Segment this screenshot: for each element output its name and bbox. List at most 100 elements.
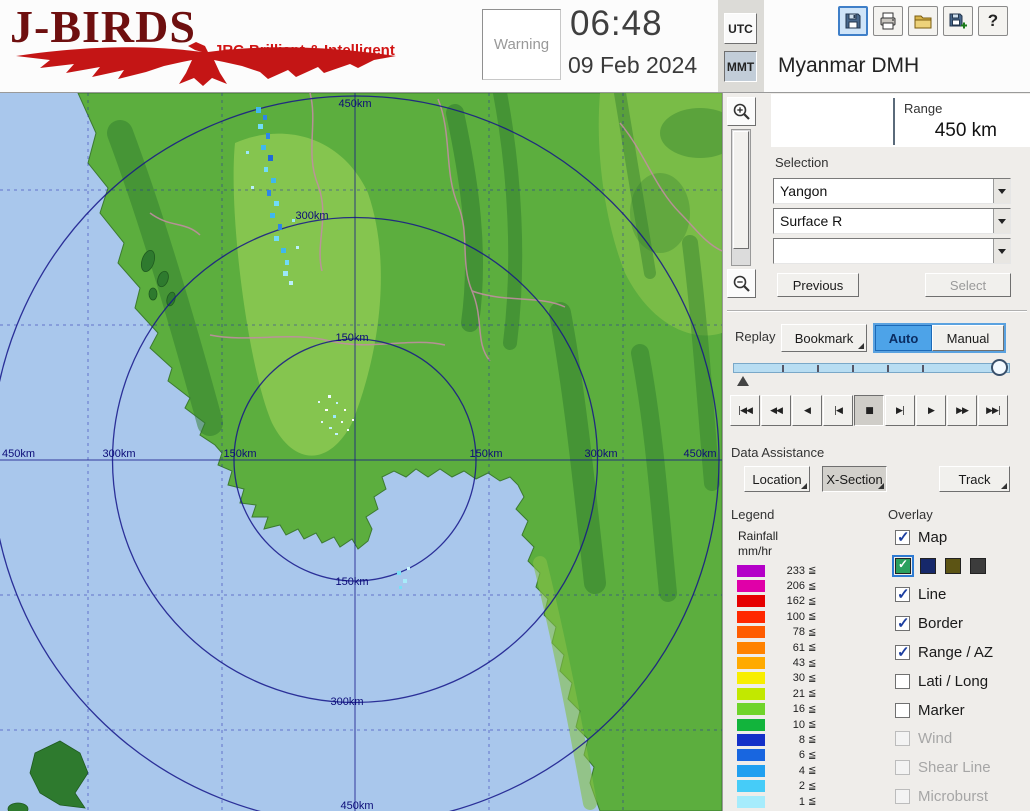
legend-swatch: [737, 580, 765, 592]
svg-text:150km: 150km: [335, 576, 368, 588]
location-button[interactable]: Location: [744, 466, 810, 492]
legend-swatch: [737, 565, 765, 577]
timeline-tick: [782, 365, 784, 372]
svg-text:300km: 300km: [295, 210, 328, 222]
radar-map-canvas[interactable]: 450km 300km 150km 450km 300km 150km 150k…: [0, 93, 722, 811]
timezone-strip: UTC MMT: [718, 0, 764, 92]
legend-row: 233≦: [737, 563, 816, 578]
timeline-track[interactable]: [733, 363, 1010, 373]
site-dropdown-value: Yangon: [774, 179, 993, 203]
product-dropdown-arrow[interactable]: [993, 209, 1010, 233]
overlay-row-map[interactable]: Map: [895, 523, 1029, 552]
map-style-navy[interactable]: [920, 558, 936, 574]
line-checkbox[interactable]: [895, 587, 910, 602]
floppy-icon: [843, 11, 863, 31]
warning-indicator[interactable]: Warning: [482, 9, 561, 80]
overlay-row-border[interactable]: Border: [895, 609, 1029, 638]
clock-date: 09 Feb 2024: [568, 52, 697, 79]
open-file-button[interactable]: [908, 6, 938, 36]
svg-text:450km: 450km: [683, 448, 716, 460]
toolbar: ?: [838, 6, 1008, 36]
map-style-gray[interactable]: [970, 558, 986, 574]
legend-swatch: [737, 642, 765, 654]
site-dropdown[interactable]: Yangon: [773, 178, 1011, 204]
timeline-thumb[interactable]: [991, 359, 1008, 376]
skip-to-start-button[interactable]: |◀◀: [730, 395, 760, 426]
legend-row: 10≦: [737, 717, 816, 732]
zoom-scrollbar[interactable]: [731, 129, 751, 266]
zoom-in-button[interactable]: [727, 97, 756, 126]
replay-timeline-slider[interactable]: [733, 357, 1010, 387]
svg-text:150km: 150km: [469, 448, 502, 460]
export-button[interactable]: [943, 6, 973, 36]
x-section-button[interactable]: X-Section: [822, 466, 887, 492]
svg-text:150km: 150km: [223, 448, 256, 460]
play-reverse-button[interactable]: ◀: [792, 395, 822, 426]
map-style-green[interactable]: [895, 558, 911, 574]
site-dropdown-arrow[interactable]: [993, 179, 1010, 203]
step-back-button[interactable]: |◀: [823, 395, 853, 426]
print-button[interactable]: [873, 6, 903, 36]
option-dropdown-value: [774, 239, 993, 263]
utc-button[interactable]: UTC: [724, 13, 757, 44]
overlay-row-range-az[interactable]: Range / AZ: [895, 638, 1029, 667]
legend-heading: Legend: [731, 507, 774, 522]
legend-swatch: [737, 672, 765, 684]
option-dropdown[interactable]: [773, 238, 1011, 264]
legend-row: 43≦: [737, 655, 816, 670]
legend-swatch: [737, 749, 765, 761]
range-readout: Range 450 km: [771, 94, 1030, 147]
svg-text:300km: 300km: [102, 448, 135, 460]
skip-to-end-button[interactable]: ▶▶|: [978, 395, 1008, 426]
border-checkbox[interactable]: [895, 616, 910, 631]
fast-rewind-button[interactable]: ◀◀: [761, 395, 791, 426]
warning-label: Warning: [494, 36, 549, 53]
chevron-down-icon: [998, 219, 1006, 224]
overlay-row-marker[interactable]: Marker: [895, 696, 1029, 725]
legend-swatch: [737, 719, 765, 731]
legend-row: 162≦: [737, 594, 816, 609]
chevron-down-icon: [998, 189, 1006, 194]
help-button[interactable]: ?: [978, 6, 1008, 36]
timeline-tick: [852, 365, 854, 372]
overlay-row-line[interactable]: Line: [895, 581, 1029, 610]
track-button[interactable]: Track: [939, 466, 1010, 492]
legend-swatch: [737, 611, 765, 623]
legend-scale: 233≦ 206≦ 162≦ 100≦ 78≦ 61≦ 43≦ 30≦ 21≦ …: [737, 563, 816, 809]
lati-long-checkbox[interactable]: [895, 674, 910, 689]
marker-checkbox[interactable]: [895, 703, 910, 718]
shear-line-checkbox: [895, 760, 910, 775]
range-value: 450 km: [899, 120, 997, 142]
product-dropdown[interactable]: Surface R: [773, 208, 1011, 234]
legend-unit: mm/hr: [738, 544, 772, 558]
legend-swatch: [737, 703, 765, 715]
select-button[interactable]: Select: [925, 273, 1011, 297]
map-style-olive[interactable]: [945, 558, 961, 574]
fast-forward-button[interactable]: ▶▶: [947, 395, 977, 426]
control-panel: Range 450 km Selection Yangon Surface R …: [722, 93, 1030, 811]
map-checkbox[interactable]: [895, 530, 910, 545]
mmt-button[interactable]: MMT: [724, 51, 757, 82]
previous-button[interactable]: Previous: [777, 273, 859, 297]
range-az-checkbox[interactable]: [895, 645, 910, 660]
zoom-scrollbar-thumb[interactable]: [733, 131, 749, 249]
auto-mode-button[interactable]: Auto: [875, 325, 932, 351]
manual-mode-button[interactable]: Manual: [932, 325, 1004, 351]
radar-map[interactable]: 450km 300km 150km 450km 300km 150km 150k…: [0, 93, 722, 811]
legend-swatch: [737, 626, 765, 638]
timeline-start-marker: [737, 376, 749, 386]
microburst-checkbox: [895, 789, 910, 804]
zoom-out-button[interactable]: [727, 269, 756, 298]
option-dropdown-arrow[interactable]: [993, 239, 1010, 263]
bookmark-button[interactable]: Bookmark: [781, 324, 867, 352]
save-button[interactable]: [838, 6, 868, 36]
overlay-row-lati-long[interactable]: Lati / Long: [895, 667, 1029, 696]
step-forward-button[interactable]: ▶|: [885, 395, 915, 426]
floppy-plus-icon: [948, 11, 968, 31]
svg-text:300km: 300km: [584, 448, 617, 460]
svg-text:450km: 450km: [2, 448, 35, 460]
play-button[interactable]: ▶: [916, 395, 946, 426]
legend-row: 8≦: [737, 732, 816, 747]
stop-button[interactable]: ■: [854, 395, 884, 426]
separator: [727, 310, 1027, 312]
